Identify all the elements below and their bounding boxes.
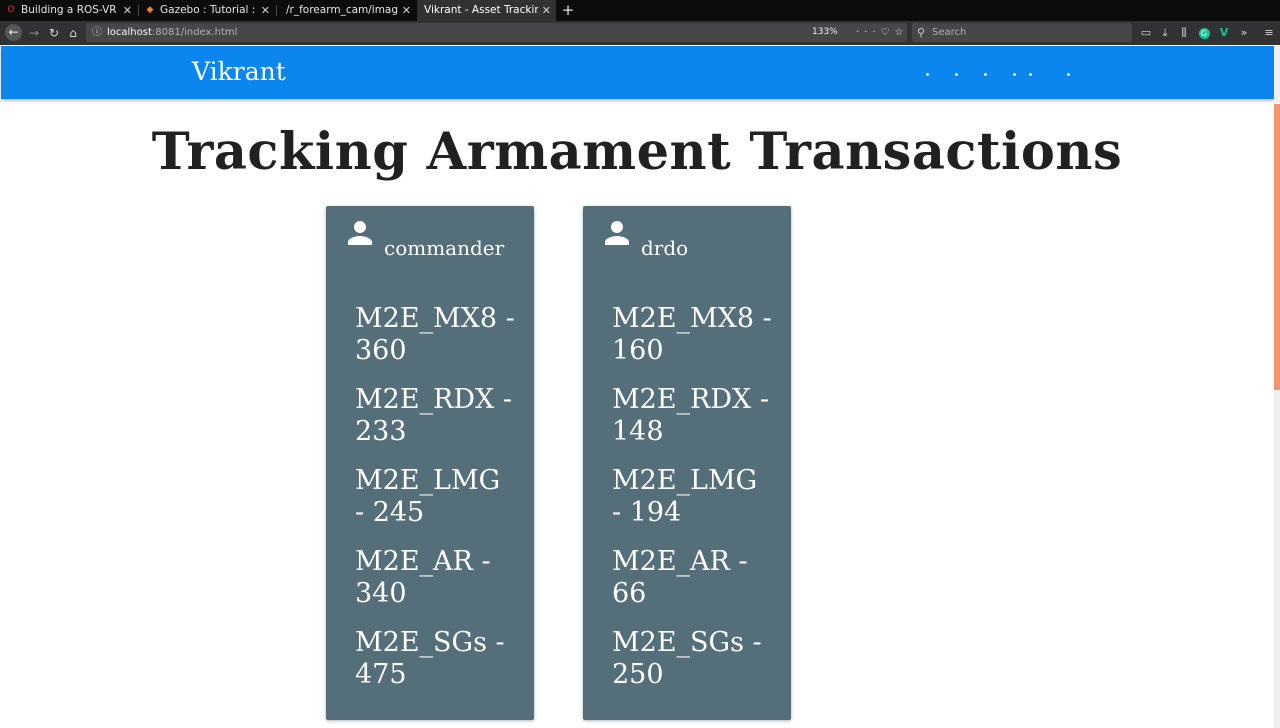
more-actions-icon[interactable]: ··· [856,27,881,38]
armament-item: M2E_LMG - 245 [355,465,501,528]
grammarly-icon[interactable]: G [1197,25,1211,41]
search-icon: ⚲ [917,26,926,39]
armament-item: M2E_SGs - 475 [355,627,505,690]
browser-tab-title: Building a ROS-VR An [21,4,119,16]
user-card: commander M2E_MX8 - 360 M2E_RDX - 233 M2… [326,206,534,720]
armament-item: M2E_RDX - 233 [355,384,512,447]
page-scrollbar-thumb[interactable] [1274,104,1280,390]
library-icon[interactable]: ⫼ [1177,25,1191,41]
nav-link[interactable] [984,73,987,76]
browser-toolbar: ← → ↻ ⌂ ⓘ localhost:8081/index.html 133%… [0,21,1280,45]
info-icon[interactable]: ⓘ [92,23,102,42]
user-name: commander [384,236,505,260]
close-tab-icon[interactable]: ✕ [542,0,551,21]
browser-tab[interactable]: ◆ Gazebo : Tutorial : RO ✕ [139,0,275,21]
app-bar: Vikrant [1,46,1274,99]
sidebar-icon[interactable]: ▭ [1139,25,1153,41]
hamburger-menu-icon[interactable]: ≡ [1262,25,1276,41]
close-tab-icon[interactable]: ✕ [261,0,270,21]
close-tab-icon[interactable]: ✕ [123,0,132,21]
browser-tab-title: Vikrant - Asset Tracking [424,4,538,16]
vue-devtools-icon[interactable]: V [1217,25,1231,41]
download-icon[interactable]: ⤓ [1158,25,1172,41]
armament-item: M2E_SGs - 250 [612,627,762,690]
person-icon [605,221,629,245]
armament-item: M2E_LMG - 194 [612,465,758,528]
overflow-menu-icon[interactable]: » [1237,25,1251,41]
zoom-level[interactable]: 133% [812,23,838,42]
browser-tab[interactable]: /r_forearm_cam/image_ ✕ [277,0,416,21]
url-bar[interactable]: ⓘ localhost:8081/index.html 133% ···♡☆ [86,23,907,42]
home-icon[interactable]: ⌂ [65,25,81,41]
search-placeholder: Search [932,27,967,38]
armament-item: M2E_AR - 340 [355,546,491,609]
browser-tab[interactable]: O Building a ROS-VR An ✕ [0,0,137,21]
opera-icon: O [7,5,15,15]
nav-link[interactable] [926,73,929,76]
browser-tab-title: /r_forearm_cam/image_ [286,4,398,16]
close-tab-icon[interactable]: ✕ [402,0,411,21]
back-icon[interactable]: ← [5,24,22,41]
person-icon [348,221,372,245]
armament-list: M2E_MX8 - 160 M2E_RDX - 148 M2E_LMG - 19… [612,303,772,708]
url-text: localhost:8081/index.html [107,27,238,38]
forward-icon[interactable]: → [26,25,42,41]
user-name: drdo [641,236,689,260]
nav-link[interactable] [1067,73,1070,76]
gazebo-icon: ◆ [146,5,154,15]
new-tab-button[interactable]: + [561,0,575,21]
armament-item: M2E_AR - 66 [612,546,748,609]
page-title: Tracking Armament Transactions [151,122,1123,182]
page-actions: ···♡☆ [856,23,908,42]
search-bar[interactable]: ⚲ Search [912,23,1132,42]
armament-item: M2E_RDX - 148 [612,384,769,447]
pocket-icon[interactable]: ♡ [881,27,895,38]
nav-link[interactable] [1029,73,1032,76]
bookmark-star-icon[interactable]: ☆ [895,27,909,38]
browser-tab-strip: O Building a ROS-VR An ✕ ◆ Gazebo : Tuto… [0,0,1280,21]
armament-item: M2E_MX8 - 360 [355,303,515,366]
armament-item: M2E_MX8 - 160 [612,303,772,366]
reload-icon[interactable]: ↻ [46,25,62,41]
nav-link[interactable] [955,73,958,76]
browser-tab-title: Gazebo : Tutorial : RO [160,4,257,16]
nav-link[interactable] [1013,73,1016,76]
armament-list: M2E_MX8 - 360 M2E_RDX - 233 M2E_LMG - 24… [355,303,515,708]
brand-logo[interactable]: Vikrant [192,57,286,87]
browser-tab-active[interactable]: Vikrant - Asset Tracking ✕ [417,0,556,21]
user-card: drdo M2E_MX8 - 160 M2E_RDX - 148 M2E_LMG… [583,206,791,720]
